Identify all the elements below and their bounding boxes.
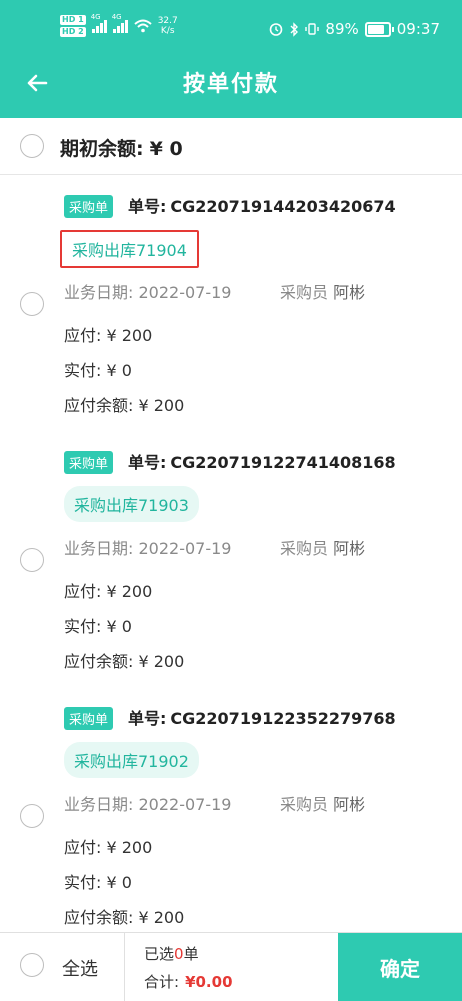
stock-in-chip[interactable]: 采购出库71902 — [64, 742, 199, 778]
order-type-tag: 采购单 — [64, 707, 114, 730]
speed-value: 32.7 — [157, 16, 178, 26]
alarm-icon — [270, 23, 283, 36]
opening-balance-value: ¥ 0 — [149, 138, 183, 160]
total-amount: 合计: ¥0.00 — [144, 973, 233, 991]
signal-2-icon: 4G — [112, 13, 128, 33]
paid-amount: 实付: ¥ 0 — [64, 617, 132, 636]
opening-balance-text: 期初余额: ¥ 0 — [60, 134, 183, 161]
stock-in-chip[interactable]: 采购出库71904 — [60, 230, 199, 268]
select-all-checkbox[interactable] — [20, 953, 44, 977]
clock: 09:37 — [396, 20, 440, 38]
buyer: 采购员 阿彬 — [280, 795, 366, 814]
select-all-label[interactable]: 全选 — [62, 955, 98, 981]
payable-amount: 应付: ¥ 200 — [64, 838, 153, 857]
balance-amount: 应付余额: ¥ 200 — [64, 908, 185, 927]
selected-count: 已选0单 — [144, 945, 199, 963]
battery-percent: 89% — [325, 20, 359, 38]
status-right: 89% 09:37 — [269, 20, 440, 38]
order-number: 单号: CG220719122352279768 — [128, 709, 396, 728]
buyer: 采购员 阿彬 — [280, 283, 366, 302]
order-meta: 业务日期: 2022-07-19 采购员 阿彬 — [64, 279, 365, 303]
opening-balance-checkbox[interactable] — [20, 134, 44, 158]
battery-icon — [364, 21, 394, 37]
paid-amount: 实付: ¥ 0 — [64, 873, 132, 892]
bluetooth-icon — [290, 21, 299, 37]
status-bar: HD 1 HD 2 4G 4G 32.7 K/s 89% 09:37 — [0, 0, 462, 62]
business-date: 业务日期: 2022-07-19 — [64, 283, 232, 302]
net-type-1: 4G — [90, 13, 101, 21]
footer-bar: 全选 已选0单 合计: ¥0.00 确定 — [0, 932, 462, 1001]
speed-unit: K/s — [160, 26, 175, 36]
business-date: 业务日期: 2022-07-19 — [64, 795, 232, 814]
hd1-badge: HD 1 — [60, 15, 86, 25]
hd-badges: HD 1 HD 2 — [60, 14, 86, 38]
footer-divider — [124, 933, 125, 1001]
balance-amount: 应付余额: ¥ 200 — [64, 396, 185, 415]
order-type-tag: 采购单 — [64, 451, 114, 474]
vibrate-icon — [305, 23, 320, 35]
page-title: 按单付款 — [182, 72, 279, 97]
order-meta: 业务日期: 2022-07-19 采购员 阿彬 — [64, 791, 365, 815]
order-checkbox[interactable] — [20, 804, 44, 828]
signal-1-icon: 4G — [91, 13, 107, 33]
total-value: ¥0.00 — [185, 973, 233, 991]
wifi-icon — [134, 19, 152, 33]
buyer: 采购员 阿彬 — [280, 539, 366, 558]
stock-in-chip[interactable]: 采购出库71903 — [64, 486, 199, 522]
hd2-badge: HD 2 — [60, 27, 86, 37]
app-header: HD 1 HD 2 4G 4G 32.7 K/s 89% 09:37 按单付款 — [0, 0, 462, 118]
order-card[interactable]: 采购单 单号: CG220719122741408168 采购出库71903 业务… — [0, 431, 462, 688]
order-checkbox[interactable] — [20, 292, 44, 316]
order-number: 单号: CG220719122741408168 — [128, 453, 396, 472]
order-type-tag: 采购单 — [64, 195, 114, 218]
business-date: 业务日期: 2022-07-19 — [64, 539, 232, 558]
order-card[interactable]: 采购单 单号: CG220719122352279768 采购出库71902 业务… — [0, 687, 462, 944]
status-left: HD 1 HD 2 4G 4G 32.7 K/s — [60, 13, 178, 38]
payable-amount: 应付: ¥ 200 — [64, 582, 153, 601]
paid-amount: 实付: ¥ 0 — [64, 361, 132, 380]
order-meta: 业务日期: 2022-07-19 采购员 阿彬 — [64, 535, 365, 559]
opening-balance-row[interactable]: 期初余额: ¥ 0 — [0, 118, 462, 175]
opening-balance-label: 期初余额: — [60, 138, 144, 160]
selected-count-number: 0 — [174, 945, 184, 963]
net-type-2: 4G — [111, 13, 122, 21]
balance-amount: 应付余额: ¥ 200 — [64, 652, 185, 671]
order-number: 单号: CG220719144203420674 — [128, 197, 396, 216]
confirm-button[interactable]: 确定 — [338, 933, 462, 1001]
order-checkbox[interactable] — [20, 548, 44, 572]
network-speed: 32.7 K/s — [158, 16, 178, 36]
order-card[interactable]: 采购单 单号: CG220719144203420674 采购出库71904 业务… — [0, 175, 462, 432]
payable-amount: 应付: ¥ 200 — [64, 326, 153, 345]
